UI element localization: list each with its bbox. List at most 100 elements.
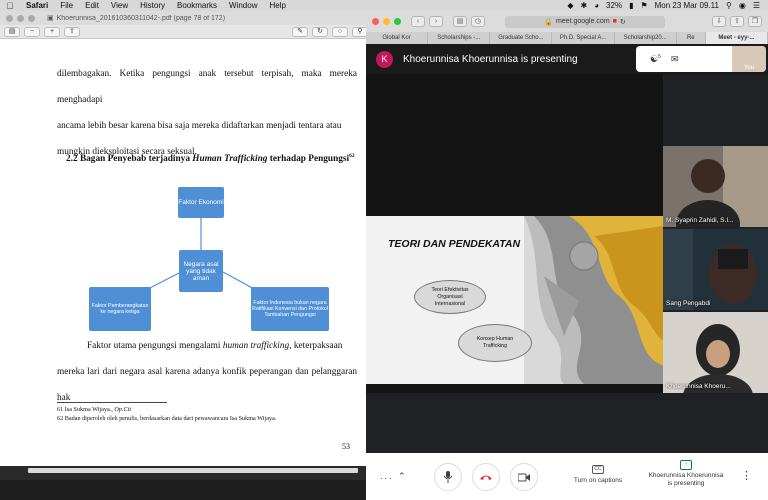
slide-title: TEORI DAN PENDEKATAN (388, 238, 521, 250)
history-icon[interactable]: ◷ (471, 16, 485, 27)
address-bar[interactable]: 🔒 meet.google.com ■ ↻ (505, 15, 665, 28)
microphone-icon (443, 471, 453, 483)
participant-tile[interactable]: M. Syaprin Zahidi, S.I... (663, 146, 768, 227)
menu-history[interactable]: History (134, 1, 171, 10)
rotate-button[interactable]: ↻ (312, 26, 328, 37)
google-meet: K Khoerunnisa Khoerunnisa is presenting … (366, 44, 768, 500)
chat-icon[interactable]: ✉ (671, 54, 679, 65)
siri-icon[interactable]: ◉ (739, 1, 746, 10)
battery-percent[interactable]: 32% (606, 1, 622, 10)
heading-text: 2.2 Bagan Penyebab terjadinya (66, 154, 193, 165)
section-heading: 2.2 Bagan Penyebab terjadinya Human Traf… (66, 153, 355, 164)
footnote-61: 61 Isa Sukma Wijaya., Op.Cit (57, 406, 131, 413)
microphone-button[interactable] (434, 463, 462, 491)
diagram-node-left: Faktor Pemberangkatan ke negara ketiga (89, 287, 151, 331)
meeting-details-button[interactable]: ... ⌃ (380, 471, 408, 482)
zoom-window-button[interactable] (394, 18, 401, 25)
markup-pen-button[interactable]: ✎ (292, 26, 308, 37)
participant-count: 5 (658, 53, 661, 60)
camera-icon (517, 473, 530, 481)
reload-icon[interactable]: ↻ (620, 18, 626, 26)
flag-icon[interactable]: ⚑ (640, 1, 647, 10)
share-button[interactable]: ⇧ (64, 26, 80, 37)
presentation-slide: TEORI DAN PENDEKATAN Teori Efektivitas O… (366, 216, 663, 384)
menu-safari[interactable]: Safari (20, 1, 54, 10)
participants-button[interactable]: ☯5 (650, 54, 661, 65)
meet-control-bar: ... ⌃ CC Turn on captions ↑ Khoerunnisa … (366, 453, 768, 500)
page-number: 53 (342, 442, 350, 451)
leave-call-button[interactable] (472, 463, 500, 491)
sidebar-toggle-button[interactable]: ▤ (4, 26, 20, 37)
causes-diagram: Faktor Ekonomi Negara asal yang tidak am… (86, 184, 336, 334)
paragraph-italic-text: human trafficking (222, 341, 290, 351)
tab-graduate-school[interactable]: Graduate Scho... (490, 32, 553, 44)
paragraph-line: mereka lari dari negara asal karena adan… (57, 367, 357, 403)
zoom-in-button[interactable]: + (44, 26, 60, 37)
menubar-clock[interactable]: Mon 23 Mar 09.11 (655, 1, 719, 10)
apple-menu-icon[interactable]:  (0, 1, 20, 11)
pdf-titlebar: ▣ Khoerunnisa_201610360311042-.pdf (page… (0, 11, 372, 25)
tab-global-korea[interactable]: Global Kor (366, 32, 429, 44)
share-icon[interactable]: ⇧ (730, 16, 744, 27)
bluetooth-icon[interactable]: ✱ (581, 1, 588, 10)
zoom-out-button[interactable]: − (24, 26, 40, 37)
tab-scholarship20[interactable]: Scholarship20... (615, 32, 677, 44)
wifi-icon[interactable]: ◕ (594, 1, 599, 10)
tab-scholarships[interactable]: Scholarships -... (428, 32, 491, 44)
markup-toolbar-button[interactable]: ○ (332, 26, 348, 37)
paragraph-line: ancama lebih besar karena bisa saja mere… (57, 121, 342, 131)
notification-center-icon[interactable]: ☰ (753, 1, 760, 10)
menu-bookmarks[interactable]: Bookmarks (171, 1, 223, 10)
camera-indicator-icon: ■ (612, 18, 617, 25)
minimize-window-button[interactable] (17, 14, 24, 22)
menu-view[interactable]: View (105, 1, 134, 10)
tabs-overview-icon[interactable]: ❐ (748, 16, 762, 27)
participant-tile[interactable]: Sang Pengabdi (663, 229, 768, 310)
self-view-thumbnail[interactable]: You (732, 46, 766, 72)
minimize-window-button[interactable] (383, 18, 390, 25)
menu-file[interactable]: File (54, 1, 79, 10)
tab-meet[interactable]: Meet - eyy-... (705, 32, 768, 44)
heading-italic-text: Human Trafficking (192, 154, 268, 165)
tab-re[interactable]: Re (677, 32, 706, 44)
lock-icon: 🔒 (544, 18, 553, 26)
download-icon[interactable]: ⇩ (712, 16, 726, 27)
participant-tiles: M. Syaprin Zahidi, S.I... Sang Pengabdi (663, 74, 768, 466)
footnote-ref: 62 (349, 153, 355, 159)
menu-window[interactable]: Window (223, 1, 263, 10)
presenter-avatar: K (376, 50, 393, 68)
tab-phd-special[interactable]: Ph.D. Special A... (552, 32, 615, 44)
battery-icon[interactable]: ▮ (629, 1, 633, 10)
participant-name: Khoerunnisa Khoeru... (666, 383, 731, 390)
menu-edit[interactable]: Edit (79, 1, 105, 10)
zoom-window-button[interactable] (28, 14, 35, 22)
pdf-file-icon: ▣ (47, 15, 54, 22)
tab-bar: Global Kor Scholarships -... Graduate Sc… (366, 32, 768, 44)
close-window-button[interactable] (6, 14, 13, 22)
footnote-separator (57, 402, 167, 403)
back-button[interactable]: ‹ (411, 16, 425, 27)
forward-button[interactable]: › (429, 16, 443, 27)
footnote-text: 61 Isa Sukma Wijaya., (57, 406, 115, 413)
dropbox-icon[interactable]: ◆ (567, 1, 573, 10)
paragraph-bottom: Faktor utama pengungsi mengalami human t… (57, 333, 357, 411)
menu-help[interactable]: Help (263, 1, 291, 10)
address-bar-url: meet.google.com (555, 18, 610, 25)
participant-tile[interactable]: Khoerunnisa Khoeru... (663, 312, 768, 393)
screen-share-view: TEORI DAN PENDEKATAN Teori Efektivitas O… (366, 74, 663, 393)
close-window-button[interactable] (372, 18, 379, 25)
more-options-icon[interactable]: ⋮ (741, 469, 752, 482)
sidebar-icon[interactable]: ▤ (453, 16, 467, 27)
spotlight-search-icon[interactable]: ⚲ (726, 1, 732, 10)
participant-name: Sang Pengabdi (666, 300, 711, 307)
diagram-node-right: Faktor Indonesia bukan negara Ratifikasi… (251, 287, 329, 331)
captions-button[interactable]: CC Turn on captions (568, 465, 628, 484)
camera-button[interactable] (510, 463, 538, 491)
footnote-italic: Op.Cit (114, 406, 132, 413)
diagram-node-top: Faktor Ekonomi (178, 187, 224, 218)
browser-toolbar: ‹ › ▤ ◷ 🔒 meet.google.com ■ ↻ ⇩ ⇧ ❐ (366, 11, 768, 32)
slide-background-art (524, 216, 663, 384)
captions-label: Turn on captions (573, 477, 623, 484)
presenting-status-button[interactable]: ↑ Khoerunnisa Khoerunnisa is presenting (642, 460, 730, 488)
background-window-edge (28, 468, 358, 473)
